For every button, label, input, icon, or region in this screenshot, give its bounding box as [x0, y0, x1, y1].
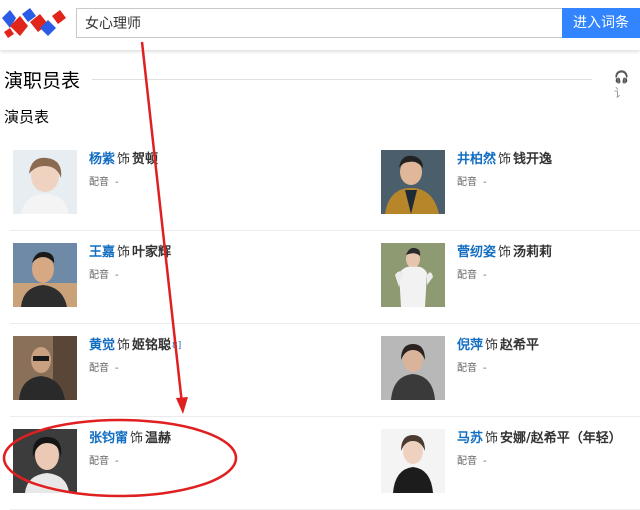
actor-photo[interactable] — [13, 150, 77, 214]
role-name: 叶家辉 — [132, 245, 172, 260]
role-name: 赵希平 — [500, 338, 540, 353]
as-label: 饰 — [117, 338, 131, 353]
dubber-value: - — [115, 456, 119, 467]
role-name: 姬铭聪 — [132, 338, 172, 353]
section-divider — [92, 79, 592, 80]
as-label: 饰 — [485, 338, 499, 353]
role-name: 安娜/赵希平（年轻） — [500, 431, 622, 446]
role-name: 温赫 — [145, 431, 172, 446]
actor-name-link[interactable]: 王嘉 — [89, 245, 115, 260]
search-input[interactable] — [85, 9, 555, 37]
actor-name-link[interactable]: 张钧甯 — [89, 431, 128, 446]
dubber-value: - — [115, 363, 119, 374]
enter-entry-button[interactable]: 进入词条 — [562, 8, 640, 38]
headphone-icon: 🎧 — [614, 70, 629, 84]
actor-name-link[interactable]: 黄觉 — [89, 338, 115, 353]
as-label: 饰 — [117, 245, 131, 260]
actor-photo[interactable] — [381, 336, 445, 400]
role-name: 汤莉莉 — [513, 245, 553, 260]
actor-photo[interactable] — [13, 429, 77, 493]
section-title: 演职员表 — [4, 70, 81, 92]
logo-icon[interactable] — [0, 6, 68, 40]
as-label: 饰 — [117, 152, 131, 167]
cast-heading: 演员表 — [4, 108, 50, 126]
cast-list: 杨紫饰贺顿 配音 - 井柏然饰钱开逸 配音 - 王嘉 饰 叶家辉 配音 - 菅纫… — [0, 138, 640, 510]
as-label: 饰 — [498, 245, 512, 260]
dub-label: 配音 — [89, 177, 109, 188]
dub-label: 配音 — [457, 363, 477, 374]
actor-photo[interactable] — [13, 336, 77, 400]
cast-row: 王嘉饰叶家辉 配音 - 菅纫姿饰汤莉莉 配音 - — [0, 231, 640, 324]
dubber-value: - — [483, 270, 487, 281]
role-name: 钱开逸 — [513, 152, 553, 167]
dub-label: 配音 — [457, 456, 477, 467]
actor-name-link[interactable]: 菅纫姿 — [457, 245, 496, 260]
actor-name-link[interactable]: 马苏 — [457, 431, 483, 446]
dubber-value: - — [115, 270, 119, 281]
dub-label: 配音 — [89, 456, 109, 467]
actor-photo[interactable] — [381, 429, 445, 493]
cast-row: 张钧甯饰温赫 配音 - 马苏饰安娜/赵希平（年轻） 配音 - — [0, 417, 640, 510]
cast-row: 黄觉饰姬铭聪8] 配音 - 倪萍饰赵希平 配音 - — [0, 324, 640, 417]
dub-label: 配音 — [457, 270, 477, 281]
dubber-value: - — [483, 177, 487, 188]
as-label: 饰 — [130, 431, 144, 446]
cast-row: 杨紫饰贺顿 配音 - 井柏然饰钱开逸 配音 - — [0, 138, 640, 231]
dubber-value: - — [483, 363, 487, 374]
as-label: 饰 — [498, 152, 512, 167]
dub-label: 配音 — [457, 177, 477, 188]
as-label: 饰 — [485, 431, 499, 446]
actor-photo[interactable] — [381, 150, 445, 214]
search-box — [76, 8, 562, 38]
actor-photo[interactable] — [13, 243, 77, 307]
listen-button[interactable]: 🎧讠 — [614, 70, 640, 101]
citation-link[interactable]: 8] — [172, 341, 181, 351]
dubber-value: - — [115, 177, 119, 188]
dubber-value: - — [483, 456, 487, 467]
actor-photo[interactable] — [381, 243, 445, 307]
actor-name-link[interactable]: 井柏然 — [457, 152, 496, 167]
top-bar: 进入词条 — [0, 0, 640, 50]
dub-label: 配音 — [89, 363, 109, 374]
actor-name-link[interactable]: 杨紫 — [89, 152, 115, 167]
actor-name-link[interactable]: 倪萍 — [457, 338, 483, 353]
role-name: 贺顿 — [132, 152, 159, 167]
dub-label: 配音 — [89, 270, 109, 281]
